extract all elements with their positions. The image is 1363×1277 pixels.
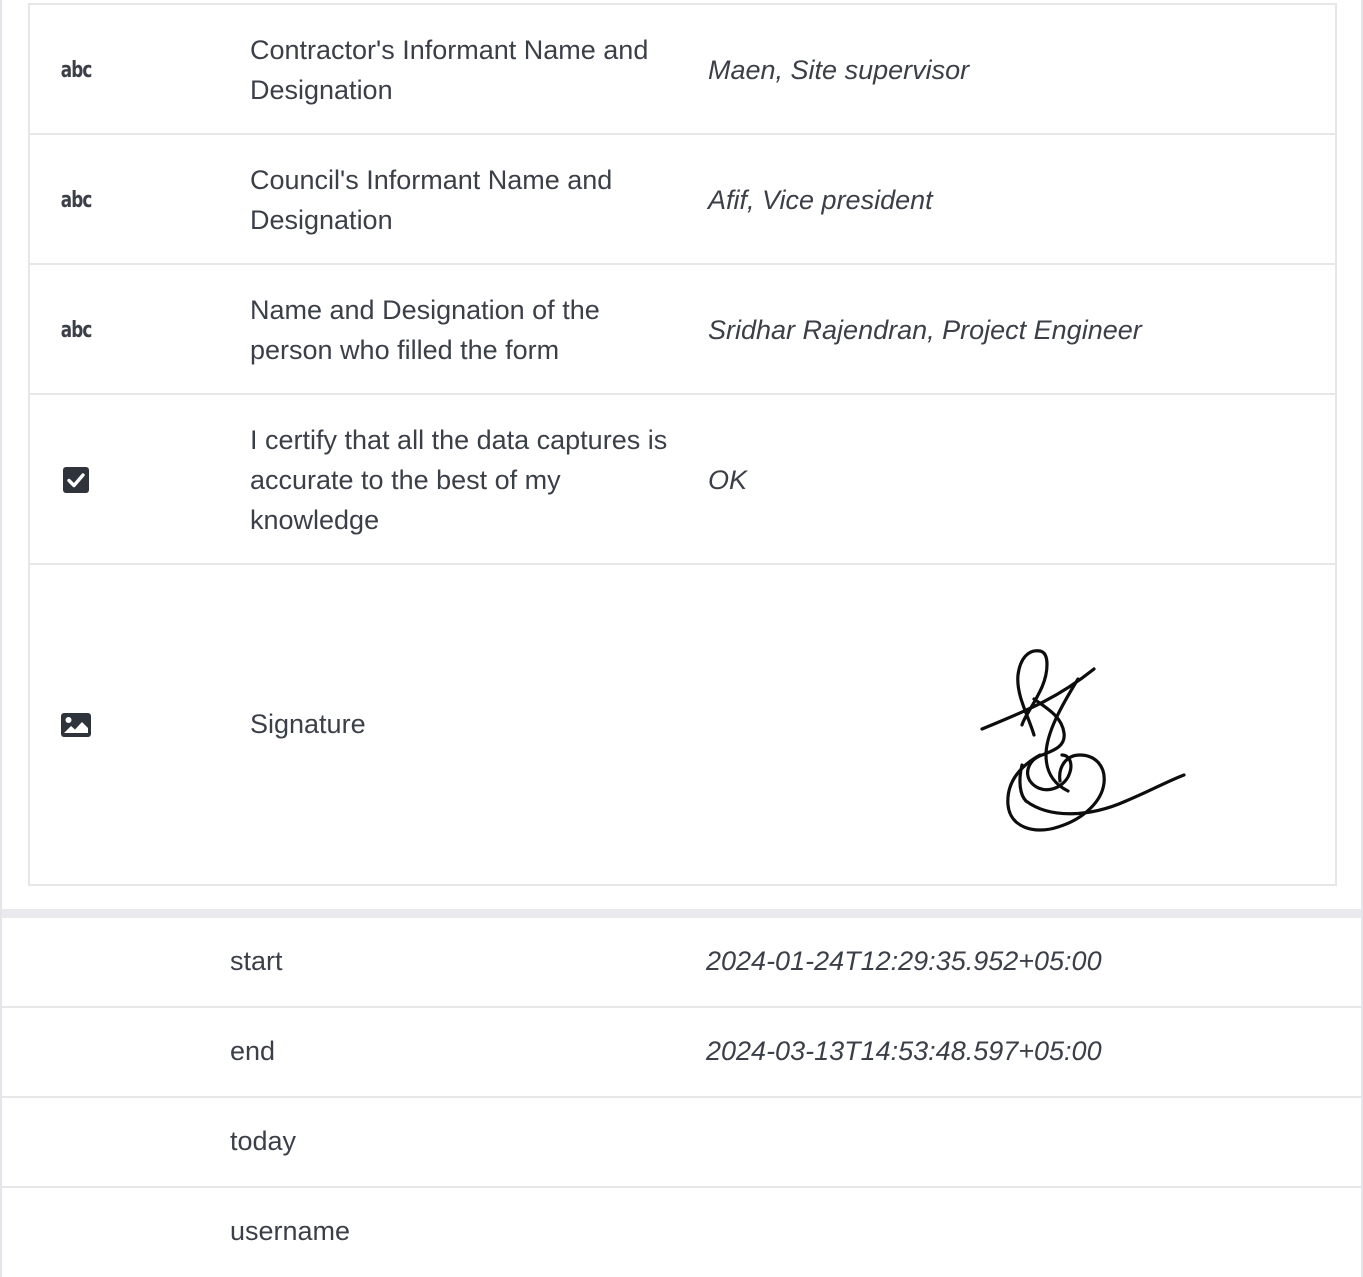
form-response-group: abc Contractor's Informant Name and Desi… — [28, 3, 1337, 886]
meta-label: username — [230, 1216, 351, 1246]
question-label: Council's Informant Name and Designation — [250, 165, 613, 235]
response-row: abc Name and Designation of the person w… — [30, 265, 1335, 395]
meta-row-username: username — [2, 1188, 1361, 1277]
answer-value: Sridhar Rajendran, Project Engineer — [708, 315, 1142, 345]
question-label: I certify that all the data captures is … — [250, 425, 668, 535]
meta-row-today: today — [2, 1098, 1361, 1188]
response-row: abc Council's Informant Name and Designa… — [30, 135, 1335, 265]
meta-value: 2024-01-24T12:29:35.952+05:00 — [706, 946, 1102, 976]
answer-value: Maen, Site supervisor — [708, 55, 970, 85]
question-label: Contractor's Informant Name and Designat… — [250, 35, 649, 105]
meta-label: start — [230, 946, 283, 976]
question-label: Signature — [250, 709, 366, 739]
meta-row-start: start 2024-01-24T12:29:35.952+05:00 — [2, 918, 1361, 1008]
meta-label: today — [230, 1126, 297, 1156]
meta-row-end: end 2024-03-13T14:53:48.597+05:00 — [2, 1008, 1361, 1098]
response-row: abc Contractor's Informant Name and Desi… — [30, 5, 1335, 135]
signature-image — [930, 605, 1190, 835]
submission-detail-page: abc Contractor's Informant Name and Desi… — [0, 0, 1363, 1277]
response-row: Signature — [30, 565, 1335, 885]
text-type-icon: abc — [60, 57, 93, 83]
question-label: Name and Designation of the person who f… — [250, 295, 600, 365]
answer-value: OK — [708, 465, 748, 495]
text-type-icon: abc — [60, 187, 93, 213]
checkbox-icon — [58, 395, 94, 565]
response-row: I certify that all the data captures is … — [30, 395, 1335, 565]
answer-value: Afif, Vice president — [708, 185, 933, 215]
section-separator — [2, 909, 1361, 918]
image-icon — [58, 565, 94, 885]
meta-label: end — [230, 1036, 276, 1066]
meta-value: 2024-03-13T14:53:48.597+05:00 — [706, 1036, 1102, 1066]
text-type-icon: abc — [60, 317, 93, 343]
